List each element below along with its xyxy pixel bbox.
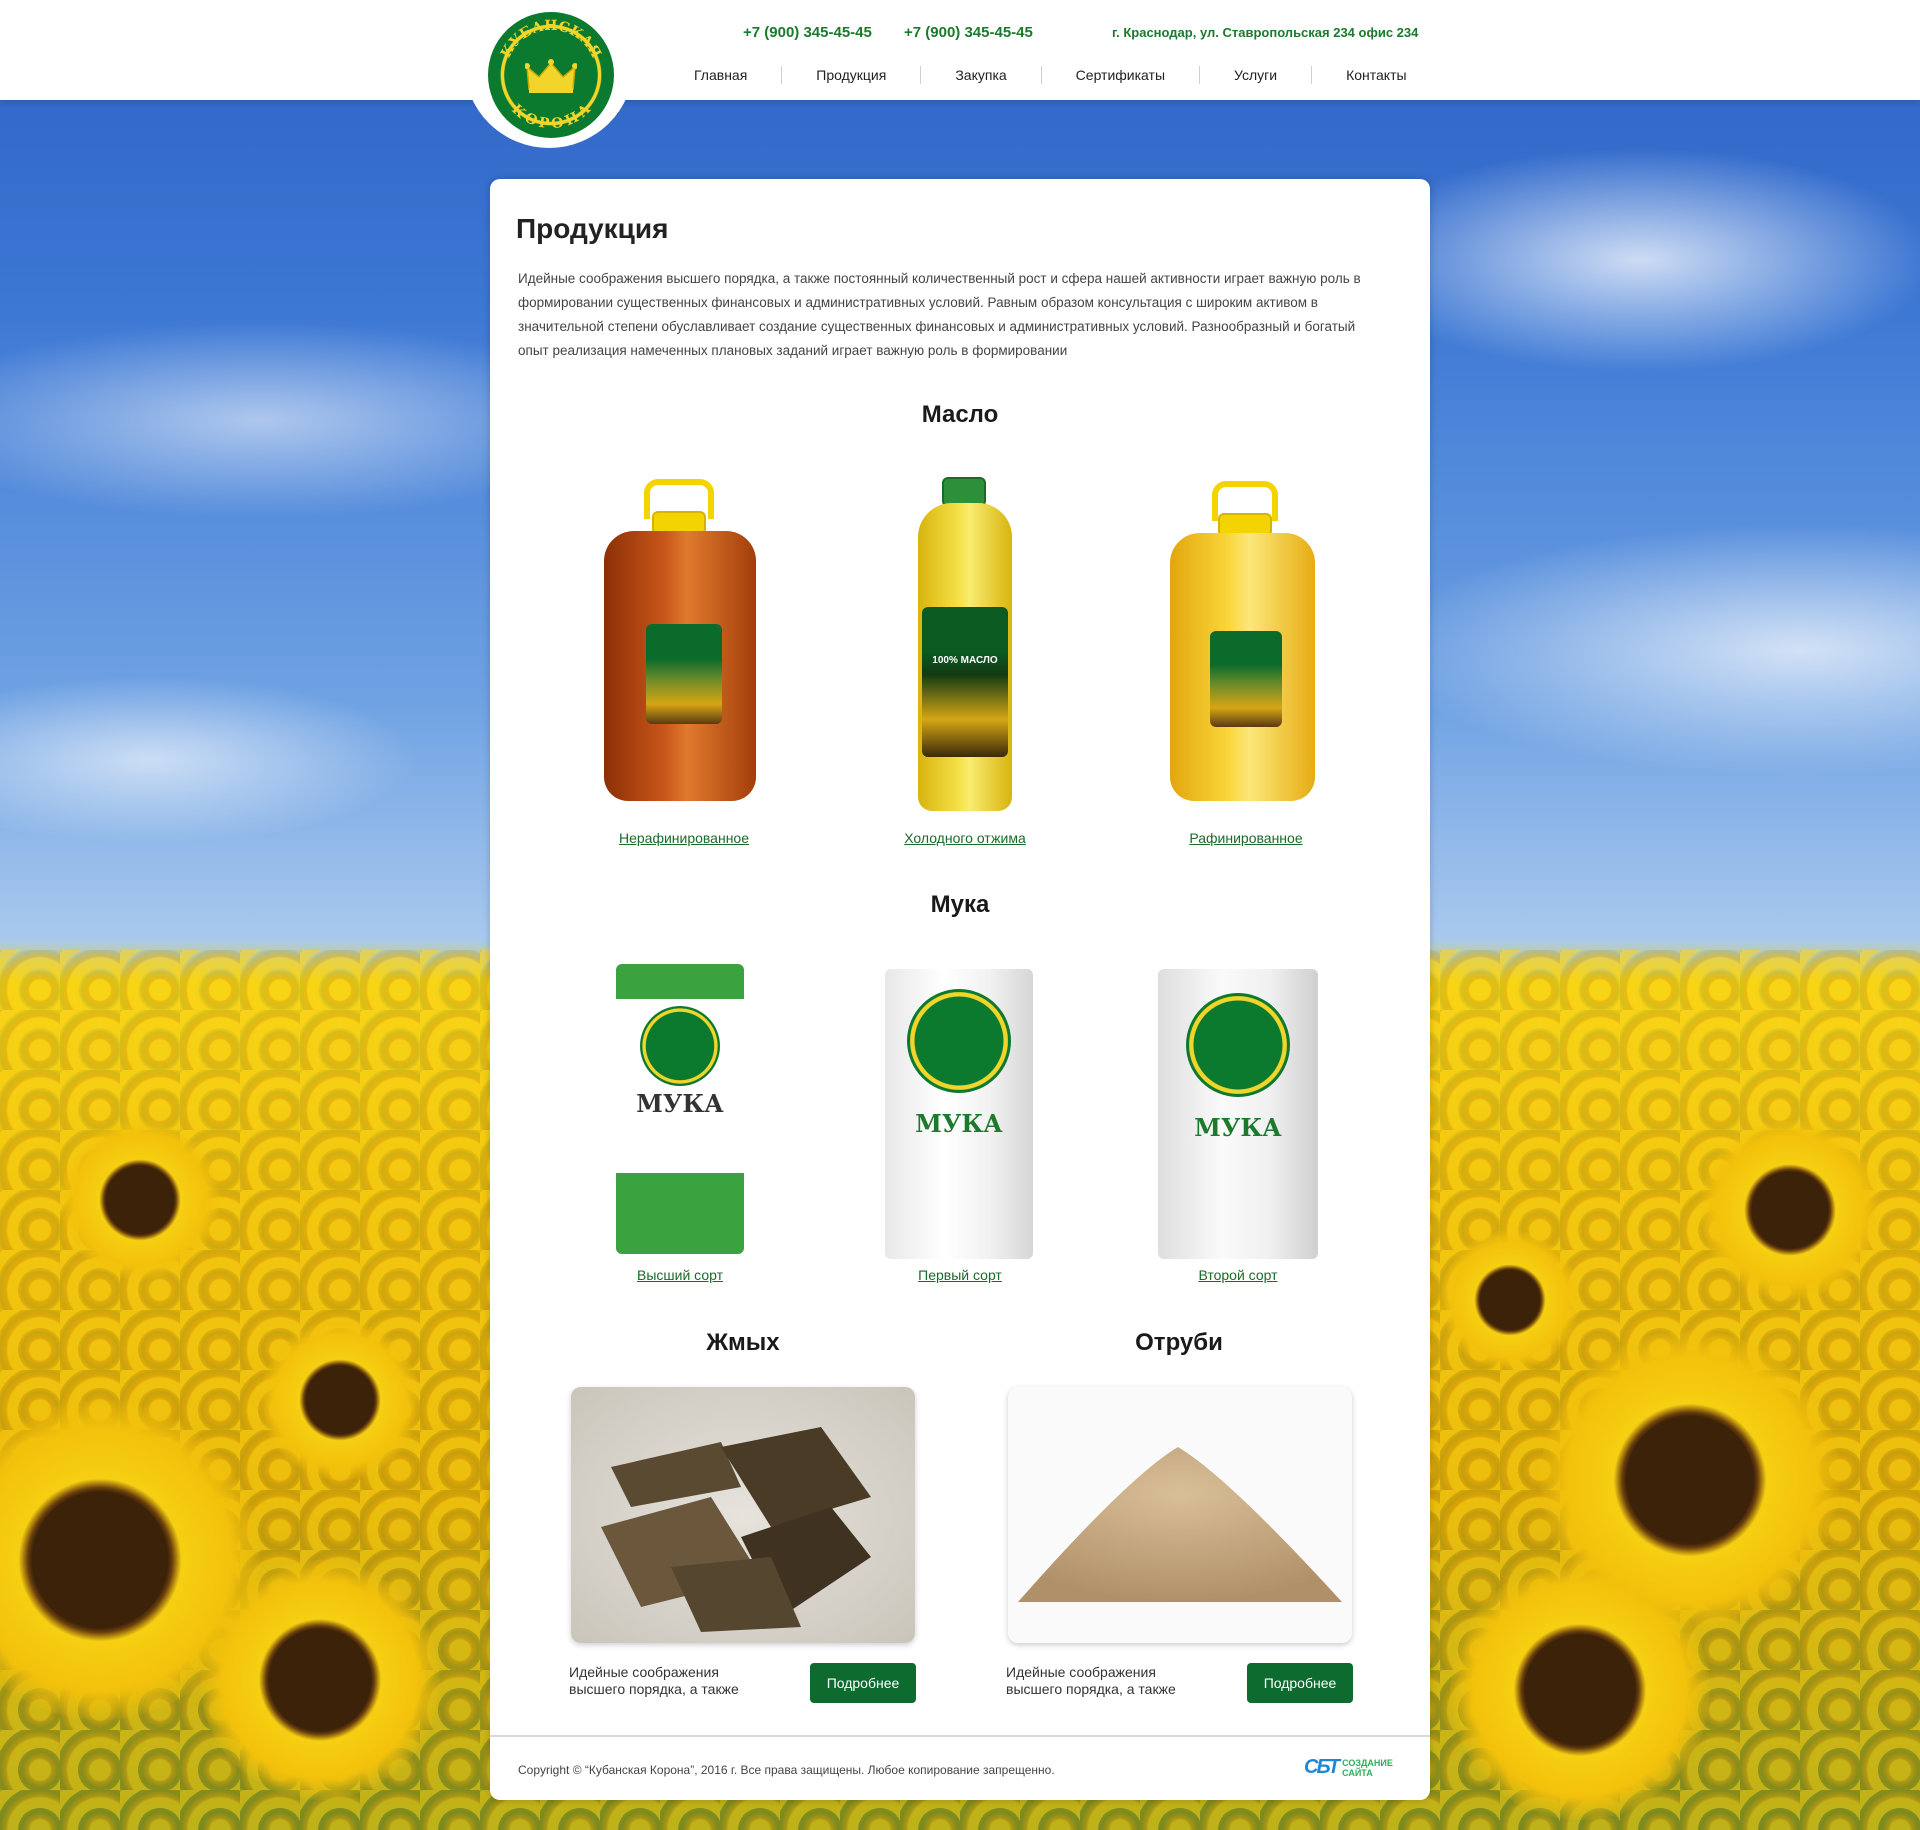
product-link-flour-first[interactable]: Первый сорт: [860, 1267, 1060, 1283]
product-link-unrefined[interactable]: Нерафинированное: [584, 830, 784, 846]
product-link-flour-premium[interactable]: Высший сорт: [580, 1267, 780, 1283]
content-card: Продукция Идейные соображения высшего по…: [490, 179, 1430, 1800]
bag-label-text: МУКА: [636, 1089, 724, 1118]
product-image-cold-pressed-oil[interactable]: 100% МАСЛО: [910, 477, 1020, 812]
sunflower-decoration: [60, 1120, 220, 1280]
sunflower-decoration: [1440, 1230, 1580, 1370]
cake-description: Идейные соображения высшего порядка, а т…: [569, 1664, 739, 1697]
sunflower-decoration: [0, 1400, 260, 1720]
sunflower-decoration: [200, 1560, 440, 1800]
page-title: Продукция: [516, 213, 669, 244]
product-image-flour-second[interactable]: МУКА: [1158, 969, 1318, 1259]
copyright-text: Copyright © “Кубанская Корона”, 2016 г. …: [518, 1763, 1055, 1777]
intro-text: Идейные соображения высшего порядка, а т…: [518, 271, 1361, 358]
bran-pile-illustration: [1018, 1447, 1342, 1602]
product-image-unrefined-oil[interactable]: [604, 479, 764, 809]
developer-logo[interactable]: СБТ СОЗДАНИЕ САЙТА: [1304, 1756, 1402, 1779]
bran-more-button[interactable]: Подробнее: [1247, 1663, 1353, 1703]
product-link-cold-pressed[interactable]: Холодного отжима: [865, 830, 1065, 846]
bottle-label-text: 100% МАСЛО: [932, 655, 998, 666]
product-image-bran[interactable]: [1008, 1387, 1352, 1643]
sunflower-decoration: [1700, 1120, 1880, 1300]
developer-logo-mark: СБТ: [1304, 1756, 1340, 1778]
sunflower-decoration: [260, 1320, 420, 1480]
product-image-flour-premium[interactable]: МУКА: [616, 964, 744, 1254]
site-header: КУБАНСКАЯ КОРОНА +7 (900) 345-45-45 +7 (…: [0, 0, 1920, 148]
section-title-cake: Жмых: [706, 1329, 780, 1356]
nav-item-services[interactable]: Услуги: [1199, 66, 1311, 84]
phone-link[interactable]: +7 (900) 345-45-45: [904, 24, 1033, 41]
svg-text:КУБАНСКАЯ: КУБАНСКАЯ: [498, 18, 604, 61]
brand-logo[interactable]: КУБАНСКАЯ КОРОНА: [488, 12, 614, 138]
product-image-flour-first[interactable]: МУКА: [885, 969, 1033, 1259]
footer-divider: [490, 1735, 1430, 1737]
cake-more-button[interactable]: Подробнее: [810, 1663, 916, 1703]
phone-numbers: +7 (900) 345-45-45 +7 (900) 345-45-45: [743, 24, 1061, 41]
crown-icon: [525, 59, 577, 93]
section-title-bran: Отруби: [1135, 1329, 1223, 1356]
bran-description: Идейные соображения высшего порядка, а т…: [1006, 1664, 1176, 1697]
sunflower-decoration: [1450, 1560, 1710, 1820]
section-title-flour: Мука: [930, 891, 990, 918]
developer-logo-text: СОЗДАНИЕ САЙТА: [1342, 1757, 1393, 1778]
nav-item-certificates[interactable]: Сертификаты: [1040, 66, 1199, 84]
product-image-refined-oil[interactable]: [1170, 481, 1320, 809]
bag-label-text: МУКА: [915, 1109, 1003, 1138]
section-title-oil: Масло: [921, 401, 999, 428]
product-image-cake[interactable]: [571, 1387, 915, 1643]
nav-item-products[interactable]: Продукция: [781, 66, 920, 84]
product-link-flour-second[interactable]: Второй сорт: [1138, 1267, 1338, 1283]
sunflower-decoration: [1540, 1330, 1840, 1630]
nav-item-home[interactable]: Главная: [660, 66, 781, 84]
nav-item-contacts[interactable]: Контакты: [1311, 66, 1440, 84]
address: г. Краснодар, ул. Ставропольская 234 офи…: [1112, 25, 1419, 40]
svg-text:КОРОНА: КОРОНА: [508, 101, 594, 132]
bag-label-text: МУКА: [1194, 1113, 1282, 1142]
main-nav: Главная Продукция Закупка Сертификаты Ус…: [660, 66, 1441, 84]
phone-link[interactable]: +7 (900) 345-45-45: [743, 24, 872, 41]
product-link-refined[interactable]: Рафинированное: [1146, 830, 1346, 846]
cake-chunks-illustration: [601, 1427, 871, 1632]
nav-item-purchase[interactable]: Закупка: [920, 66, 1040, 84]
